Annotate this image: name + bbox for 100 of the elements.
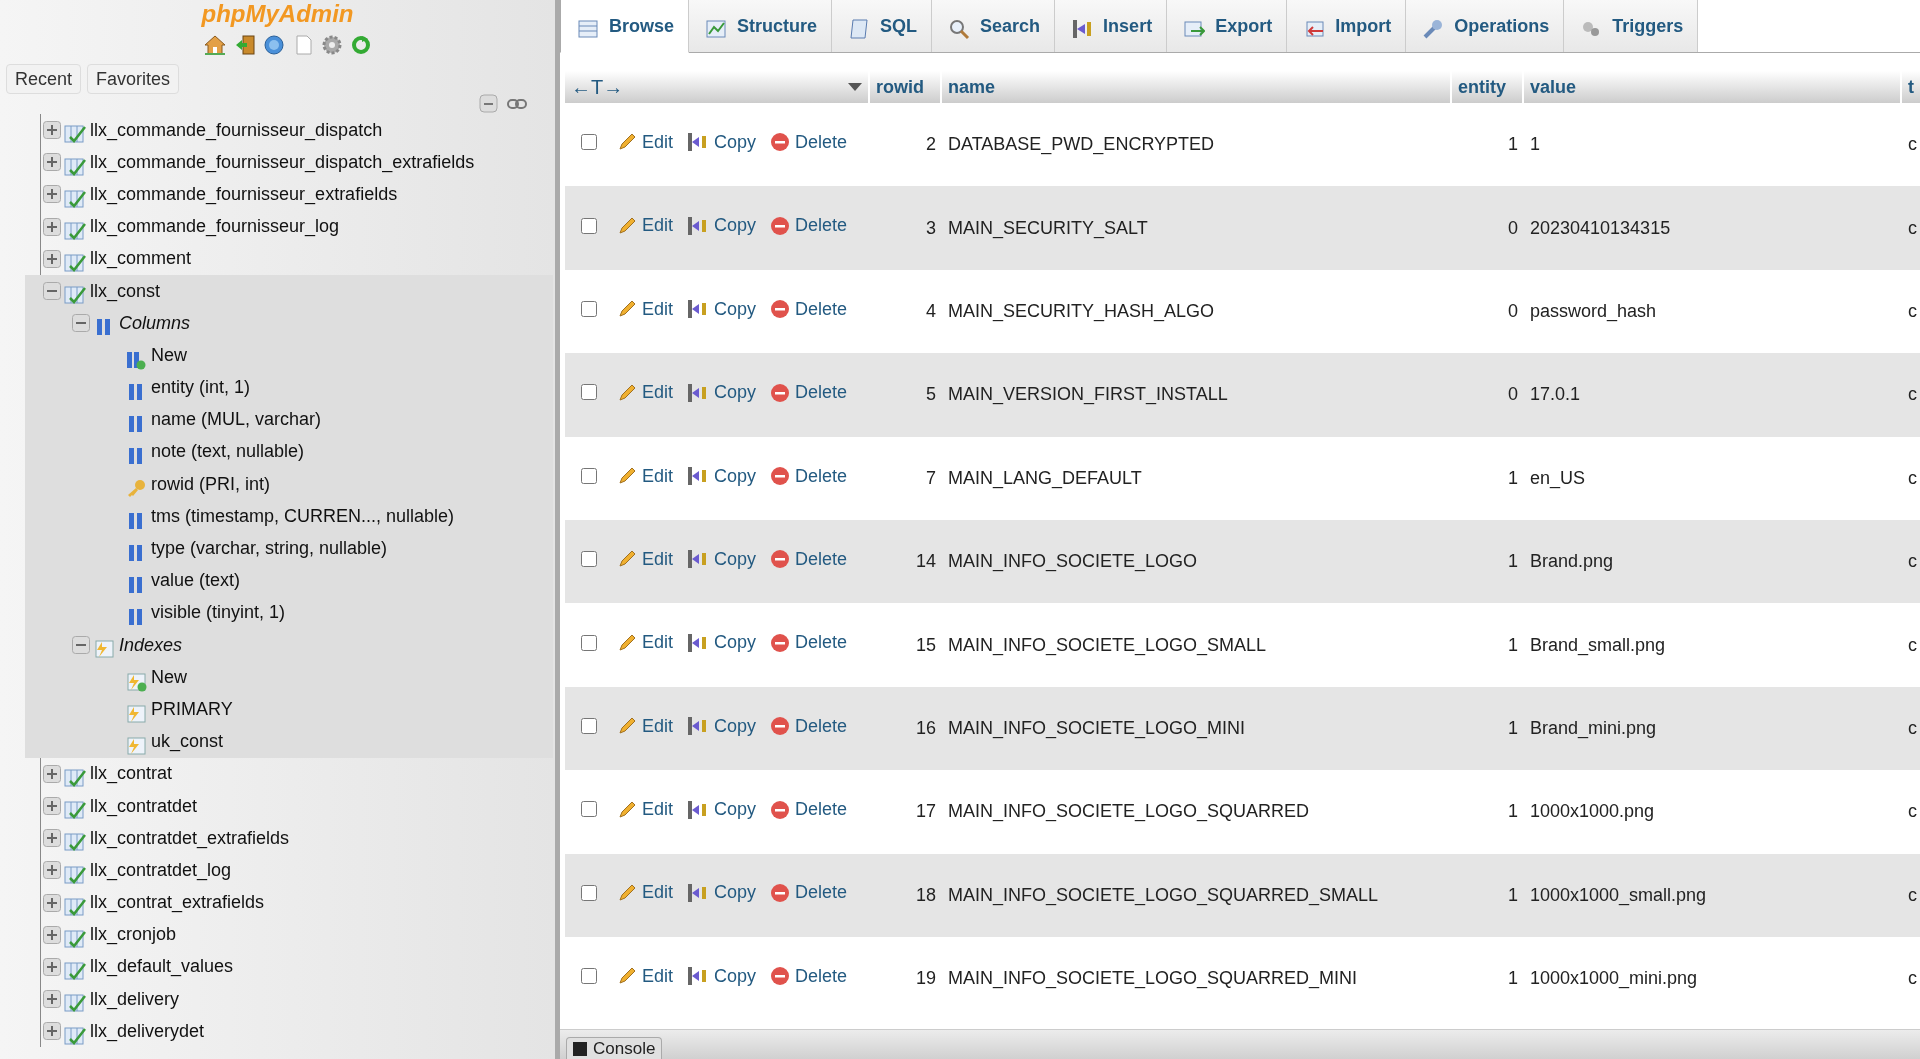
copy-link[interactable]: Copy bbox=[687, 545, 757, 573]
edit-link[interactable]: Edit bbox=[617, 128, 674, 156]
console-button[interactable]: Console bbox=[566, 1037, 663, 1059]
tree-item[interactable]: PRIMARY bbox=[151, 695, 233, 723]
sidebar-tab[interactable]: Recent bbox=[6, 64, 82, 94]
caret-icon[interactable] bbox=[848, 82, 862, 92]
edit-link[interactable]: Edit bbox=[617, 629, 674, 657]
row-checkbox[interactable] bbox=[581, 968, 597, 985]
edit-link[interactable]: Edit bbox=[617, 962, 674, 990]
expand-icon[interactable] bbox=[43, 990, 61, 1009]
link-icon[interactable] bbox=[507, 98, 527, 110]
copy-link[interactable]: Copy bbox=[687, 629, 757, 657]
tab[interactable]: Insert bbox=[1055, 0, 1168, 52]
copy-link[interactable]: Copy bbox=[687, 212, 757, 240]
expand-icon[interactable] bbox=[43, 957, 61, 976]
row-checkbox[interactable] bbox=[581, 551, 597, 568]
collapse-all-icon[interactable] bbox=[479, 94, 499, 114]
row-checkbox[interactable] bbox=[581, 217, 597, 234]
tab[interactable]: Import bbox=[1287, 0, 1407, 52]
tree-item[interactable]: llx_delivery bbox=[90, 985, 180, 1013]
column-header[interactable]: t bbox=[1902, 71, 1920, 103]
edit-link[interactable]: Edit bbox=[617, 796, 674, 824]
expand-icon[interactable] bbox=[43, 797, 61, 816]
expand-icon[interactable] bbox=[43, 121, 61, 140]
tree-item[interactable]: llx_contratdet_extrafields bbox=[90, 824, 290, 852]
tree-item[interactable]: llx_default_values bbox=[90, 953, 234, 981]
expand-icon[interactable] bbox=[43, 185, 61, 204]
tree-item[interactable]: rowid (PRI, int) bbox=[151, 470, 271, 498]
edit-link[interactable]: Edit bbox=[617, 295, 674, 323]
tab[interactable]: Search bbox=[932, 0, 1056, 52]
help-icon[interactable] bbox=[263, 34, 285, 56]
tree-item[interactable]: Columns bbox=[119, 309, 191, 337]
edit-link[interactable]: Edit bbox=[617, 379, 674, 407]
delete-link[interactable]: Delete bbox=[770, 712, 848, 740]
expand-icon[interactable] bbox=[43, 1022, 61, 1041]
row-checkbox[interactable] bbox=[581, 134, 597, 151]
copy-link[interactable]: Copy bbox=[687, 462, 757, 490]
delete-link[interactable]: Delete bbox=[770, 462, 848, 490]
row-checkbox[interactable] bbox=[581, 801, 597, 818]
tree-item[interactable]: New bbox=[151, 341, 187, 369]
delete-link[interactable]: Delete bbox=[770, 545, 848, 573]
tree-item[interactable]: llx_comment bbox=[90, 245, 192, 273]
tab[interactable]: Operations bbox=[1406, 0, 1565, 52]
tab[interactable]: Triggers bbox=[1564, 0, 1699, 52]
edit-link[interactable]: Edit bbox=[617, 545, 674, 573]
column-header[interactable]: rowid bbox=[870, 71, 942, 103]
column-header[interactable]: entity bbox=[1452, 71, 1524, 103]
home-icon[interactable] bbox=[203, 34, 227, 56]
reload-icon[interactable] bbox=[350, 34, 372, 56]
tree-item[interactable]: llx_const bbox=[90, 277, 161, 305]
copy-link[interactable]: Copy bbox=[687, 379, 757, 407]
tree-item[interactable]: type (varchar, string, nullable) bbox=[151, 535, 388, 563]
expand-icon[interactable] bbox=[43, 249, 61, 268]
column-header[interactable]: value bbox=[1524, 71, 1902, 103]
expand-icon[interactable] bbox=[43, 153, 61, 172]
row-checkbox[interactable] bbox=[581, 467, 597, 484]
tree-item[interactable]: tms (timestamp, CURREN..., nullable) bbox=[151, 502, 455, 530]
row-checkbox[interactable] bbox=[581, 384, 597, 401]
delete-link[interactable]: Delete bbox=[770, 212, 848, 240]
tab[interactable]: SQL bbox=[832, 0, 933, 52]
column-header[interactable]: name bbox=[942, 71, 1452, 103]
delete-link[interactable]: Delete bbox=[770, 796, 848, 824]
column-toggle[interactable]: ←T→ bbox=[571, 72, 624, 102]
expand-icon[interactable] bbox=[43, 829, 61, 848]
expand-icon[interactable] bbox=[43, 893, 61, 912]
tree-item[interactable]: llx_contratdet bbox=[90, 792, 198, 820]
expand-icon[interactable] bbox=[43, 217, 61, 236]
row-checkbox[interactable] bbox=[581, 717, 597, 734]
delete-link[interactable]: Delete bbox=[770, 128, 848, 156]
tree-item[interactable]: name (MUL, varchar) bbox=[151, 406, 322, 434]
row-checkbox[interactable] bbox=[581, 884, 597, 901]
row-checkbox[interactable] bbox=[581, 634, 597, 651]
row-checkbox[interactable] bbox=[581, 300, 597, 317]
tree-item[interactable]: visible (tinyint, 1) bbox=[151, 599, 286, 627]
collapse-icon[interactable] bbox=[43, 282, 61, 301]
door-icon[interactable] bbox=[234, 34, 256, 56]
expand-icon[interactable] bbox=[43, 925, 61, 944]
copy-link[interactable]: Copy bbox=[687, 295, 757, 323]
edit-link[interactable]: Edit bbox=[617, 712, 674, 740]
edit-link[interactable]: Edit bbox=[617, 462, 674, 490]
collapse-icon[interactable] bbox=[72, 314, 90, 333]
tree-item[interactable]: llx_deliverydet bbox=[90, 1017, 205, 1045]
delete-link[interactable]: Delete bbox=[770, 379, 848, 407]
delete-link[interactable]: Delete bbox=[770, 295, 848, 323]
sidebar-tab[interactable]: Favorites bbox=[87, 64, 180, 94]
edit-link[interactable]: Edit bbox=[617, 879, 674, 907]
tree-item[interactable]: Indexes bbox=[119, 631, 183, 659]
tab[interactable]: Structure bbox=[689, 0, 833, 52]
collapse-icon[interactable] bbox=[72, 636, 90, 655]
delete-link[interactable]: Delete bbox=[770, 962, 848, 990]
delete-link[interactable]: Delete bbox=[770, 879, 848, 907]
tree-item[interactable]: llx_commande_fournisseur_dispatch_extrafields bbox=[90, 148, 475, 176]
tree-item[interactable]: uk_const bbox=[151, 728, 224, 756]
copy-link[interactable]: Copy bbox=[687, 128, 757, 156]
expand-icon[interactable] bbox=[43, 861, 61, 880]
tab[interactable]: Export bbox=[1167, 0, 1288, 52]
tree-item[interactable]: llx_contrat_extrafields bbox=[90, 889, 265, 917]
tree-item[interactable]: value (text) bbox=[151, 567, 241, 595]
tree-item[interactable]: llx_commande_fournisseur_dispatch bbox=[90, 116, 383, 144]
copy-link[interactable]: Copy bbox=[687, 962, 757, 990]
